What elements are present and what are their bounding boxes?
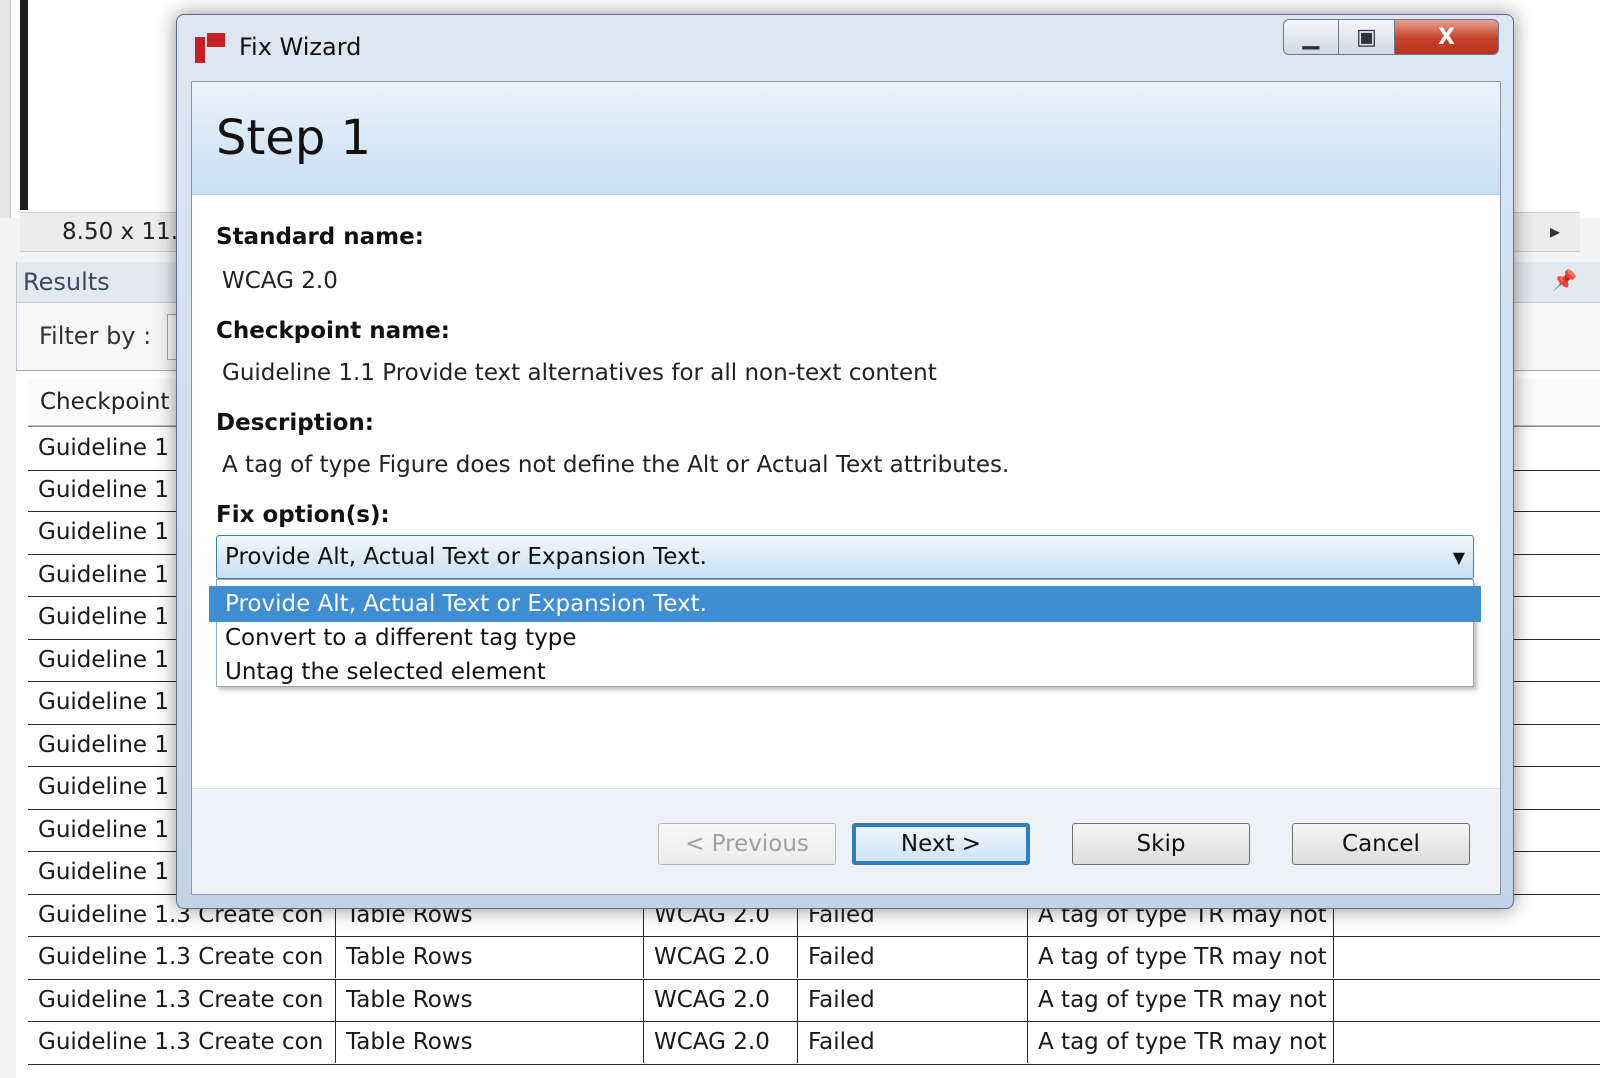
table-row[interactable]: Guideline 1.3 Create con Table Rows WCAG 2…	[28, 936, 1600, 980]
table-cell	[1334, 979, 1600, 1021]
fix-options-select[interactable]: Provide Alt, Actual Text or Expansion Te…	[216, 535, 1474, 579]
checkpoint-name-value: Guideline 1.1 Provide text alternatives …	[222, 360, 937, 386]
table-cell: Guideline 1.3 Create con	[28, 936, 336, 978]
title-bar[interactable]: Fix Wizard ▁ ▣ X	[177, 15, 1513, 81]
step-title: Step 1	[216, 110, 372, 166]
table-cell: WCAG 2.0	[644, 978, 798, 1021]
column-header-checkpoint[interactable]: Checkpoint	[40, 389, 169, 415]
fix-wizard-dialog: Fix Wizard ▁ ▣ X Step 1 Standard name: W…	[176, 14, 1514, 909]
description-value: A tag of type Figure does not define the…	[222, 452, 1010, 478]
previous-button[interactable]: < Previous	[658, 823, 836, 865]
table-cell: Guideline 1.3 Create con	[28, 978, 336, 1021]
table-cell: WCAG 2.0	[644, 1021, 798, 1063]
table-cell	[1334, 1021, 1600, 1063]
table-cell: Table Rows	[336, 936, 644, 978]
chevron-down-icon[interactable]: ▼	[1453, 548, 1465, 567]
standard-name-label: Standard name:	[216, 224, 424, 250]
fix-options-label: Fix option(s):	[216, 502, 390, 528]
table-cell: Table Rows	[336, 1021, 644, 1063]
app-logo-icon	[195, 33, 227, 63]
table-cell	[1334, 936, 1600, 978]
fix-options-dropdown: Provide Alt, Actual Text or Expansion Te…	[209, 579, 1481, 690]
left-ruler	[0, 0, 11, 218]
pin-icon[interactable]: 📌	[1552, 268, 1577, 292]
step-header: Step 1	[192, 82, 1500, 195]
description-label: Description:	[216, 410, 374, 436]
next-button[interactable]: Next >	[852, 823, 1030, 865]
checkpoint-name-label: Checkpoint name:	[216, 318, 450, 344]
skip-button[interactable]: Skip	[1072, 823, 1250, 865]
table-cell: WCAG 2.0	[644, 936, 798, 978]
wizard-footer: < Previous Next > Skip Cancel	[192, 788, 1500, 894]
table-row[interactable]: Guideline 1.3 Create con Table Rows WCAG 2…	[28, 978, 1600, 1022]
table-cell: Guideline 1.3 Create con	[28, 1021, 336, 1063]
table-cell: Failed	[798, 978, 1028, 1021]
cancel-button[interactable]: Cancel	[1292, 823, 1470, 865]
table-cell: A tag of type TR may not	[1028, 978, 1334, 1021]
fix-option-convert-tag[interactable]: Convert to a different tag type	[217, 620, 1473, 656]
scroll-right-icon[interactable]: ▸	[1550, 219, 1560, 243]
table-cell: A tag of type TR may not	[1028, 1021, 1334, 1063]
window-title: Fix Wizard	[239, 33, 362, 61]
fix-option-provide-alt[interactable]: Provide Alt, Actual Text or Expansion Te…	[209, 586, 1481, 622]
minimize-button[interactable]: ▁	[1283, 19, 1339, 55]
table-cell: Failed	[798, 1021, 1028, 1063]
page-edge	[20, 0, 28, 210]
table-cell: Failed	[798, 936, 1028, 978]
fix-options-selected-value: Provide Alt, Actual Text or Expansion Te…	[225, 544, 707, 570]
table-cell: Table Rows	[336, 978, 644, 1021]
table-row[interactable]: Guideline 1.3 Create con Table Rows WCAG 2…	[28, 1021, 1600, 1065]
close-button[interactable]: X	[1395, 19, 1499, 55]
wizard-content: Step 1 Standard name: WCAG 2.0 Checkpoin…	[191, 81, 1501, 895]
results-title: Results	[23, 268, 110, 296]
standard-name-value: WCAG 2.0	[222, 268, 338, 294]
filter-label: Filter by :	[39, 322, 152, 350]
page-size-label: 8.50 x 11.0	[62, 219, 193, 245]
table-cell: A tag of type TR may not	[1028, 936, 1334, 978]
fix-option-untag[interactable]: Untag the selected element	[217, 654, 1473, 690]
maximize-button[interactable]: ▣	[1339, 19, 1395, 55]
